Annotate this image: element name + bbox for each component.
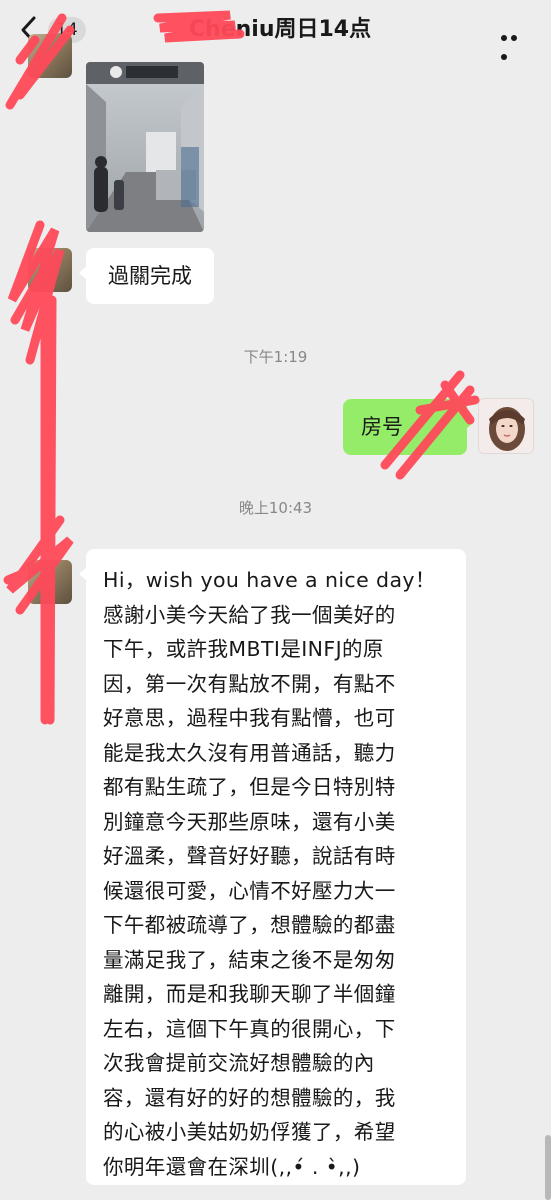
- timestamp: 下午1:19: [243, 348, 308, 366]
- message-text: 過關完成: [108, 264, 192, 288]
- message-text: Hi，wish you have a nice day！ 感謝小美今天給了我一個…: [103, 568, 436, 1179]
- image-message[interactable]: [86, 62, 204, 232]
- message-bubble[interactable]: Hi，wish you have a nice day！ 感謝小美今天給了我一個…: [79, 549, 466, 1185]
- more-dots-icon[interactable]: [501, 26, 529, 60]
- airport-photo: [86, 62, 204, 232]
- contact-avatar[interactable]: [28, 248, 72, 292]
- message-bubble-self[interactable]: 房号: [343, 399, 474, 455]
- contact-avatar[interactable]: [28, 560, 72, 604]
- self-avatar[interactable]: [478, 398, 534, 454]
- contact-avatar[interactable]: [28, 34, 72, 78]
- portrait-image: [479, 399, 533, 453]
- message-text: 房号: [361, 415, 403, 439]
- chat-title: Cheniu周日14点: [188, 17, 372, 42]
- chat-header: 14 Cheniu周日14点: [0, 0, 551, 60]
- scrollbar[interactable]: [545, 1135, 551, 1200]
- timestamp: 晚上10:43: [238, 499, 313, 517]
- message-bubble[interactable]: 過關完成: [79, 248, 214, 304]
